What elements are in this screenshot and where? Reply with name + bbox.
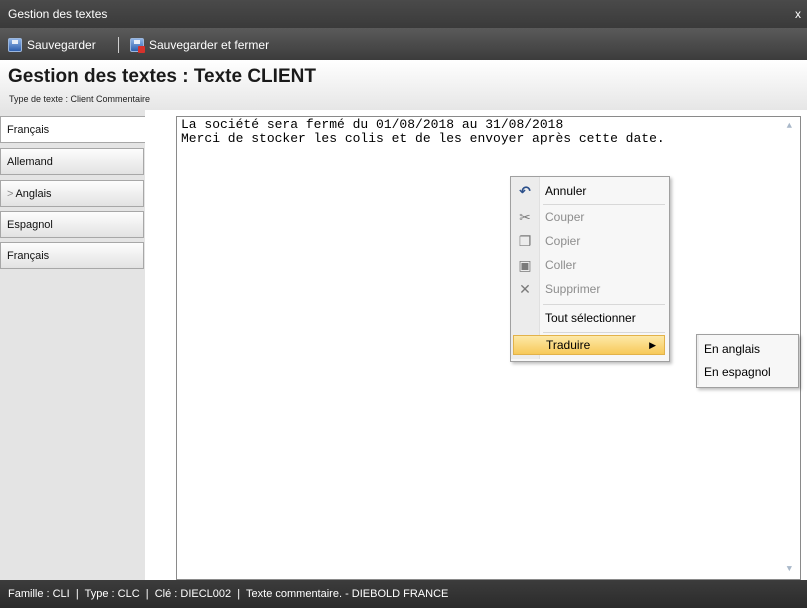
floppy-disk-close-icon [130, 38, 145, 53]
save-button[interactable]: Sauvegarder [8, 36, 96, 54]
menu-item-en-espagnol[interactable]: En espagnol [704, 361, 771, 383]
window-titlebar: Gestion des textes x [0, 0, 807, 28]
scroll-up-icon[interactable]: ▲ [787, 119, 792, 133]
page-subtitle: Type de texte : Client Commentaire [9, 94, 151, 104]
close-icon[interactable]: x [791, 0, 805, 28]
menu-icon-gutter [697, 335, 699, 385]
translate-submenu: En anglais En espagnol [696, 334, 799, 388]
tab-francais-2[interactable]: Français [0, 242, 144, 269]
scroll-down-icon[interactable]: ▼ [787, 562, 792, 576]
menu-item-copier[interactable]: ❐ Copier [511, 229, 667, 253]
tab-allemand[interactable]: Allemand [0, 148, 144, 175]
paste-icon: ▣ [518, 257, 532, 273]
delete-icon: ✕ [519, 281, 531, 297]
window-title: Gestion des textes [8, 7, 108, 21]
tab-espagnol[interactable]: Espagnol [0, 211, 144, 238]
scissors-icon: ✂ [519, 209, 531, 225]
tab-label: Français [7, 124, 50, 136]
language-tabs: Français Allemand > Anglais Espagnol Fran… [0, 110, 146, 580]
chevron-right-icon: > [7, 188, 14, 200]
status-bar: Famille : CLI | Type : CLC | Clé : DIECL… [0, 580, 807, 608]
page-header: Gestion des textes : Texte CLIENT Type d… [0, 60, 807, 111]
tab-label: Allemand [7, 156, 53, 168]
undo-icon: ↶ [519, 183, 531, 199]
editor-line: La société sera fermé du 01/08/2018 au 3… [181, 117, 564, 132]
tab-label: Français [7, 250, 50, 262]
page-title: Gestion des textes : Texte CLIENT [8, 66, 316, 87]
menu-item-tout-selectionner[interactable]: Tout sélectionner [511, 306, 667, 330]
copy-icon: ❐ [518, 233, 532, 249]
tab-anglais[interactable]: > Anglais [0, 180, 144, 207]
tab-label: Espagnol [7, 219, 53, 231]
menu-separator [543, 332, 665, 333]
save-and-close-button[interactable]: Sauvegarder et fermer [130, 36, 269, 54]
tab-francais[interactable]: Français [0, 116, 146, 143]
menu-item-coller[interactable]: ▣ Coller [511, 253, 667, 277]
menu-item-traduire[interactable]: Traduire ▶ [513, 335, 665, 355]
menu-item-annuler[interactable]: ↶ Annuler [511, 179, 667, 203]
context-menu: ↶ Annuler ✂ Couper ❐ Copier ▣ Coller ✕ S… [510, 176, 670, 362]
menu-separator [543, 304, 665, 305]
toolbar: Sauvegarder Sauvegarder et fermer [0, 28, 807, 60]
submenu-arrow-icon: ▶ [649, 340, 656, 350]
save-button-label: Sauvegarder [27, 38, 96, 52]
save-and-close-label: Sauvegarder et fermer [149, 38, 270, 52]
floppy-disk-icon [8, 38, 22, 52]
menu-item-couper[interactable]: ✂ Couper [511, 205, 667, 229]
toolbar-separator [118, 37, 119, 53]
status-text: Famille : CLI | Type : CLC | Clé : DIECL… [8, 588, 449, 600]
menu-item-supprimer[interactable]: ✕ Supprimer [511, 277, 667, 301]
editor-line: Merci de stocker les colis et de les env… [181, 131, 665, 146]
menu-item-en-anglais[interactable]: En anglais [704, 338, 760, 360]
tab-label: Anglais [15, 188, 52, 200]
